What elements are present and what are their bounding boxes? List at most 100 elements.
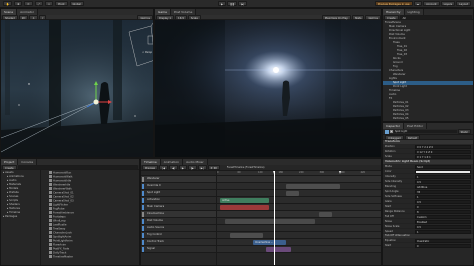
shading-mode-dropdown[interactable]: Shaded — [2, 15, 18, 20]
track-lane[interactable] — [217, 190, 381, 197]
time-readout[interactable]: 0:00 — [207, 165, 220, 170]
timeline-clip[interactable] — [220, 205, 270, 210]
preview-toggle[interactable]: Preview — [142, 165, 159, 170]
folder-item[interactable]: ▸ Packages — [1, 215, 40, 219]
timeline-clip[interactable] — [266, 247, 291, 252]
lighting-toggle[interactable]: ☀ — [29, 15, 38, 20]
timeline-clip[interactable] — [318, 212, 332, 217]
track-header[interactable]: Signal — [141, 246, 216, 253]
asset-item[interactable]: TimelineMaster — [49, 255, 139, 259]
scale-field[interactable]: X 1 Y 1 Z 1 — [415, 154, 471, 159]
track-lane[interactable] — [217, 176, 381, 183]
track-header[interactable]: Activation — [141, 197, 216, 204]
property-field[interactable]: 0 — [415, 204, 471, 209]
global-toggle-button[interactable]: Global — [69, 1, 84, 6]
goto-end-button[interactable]: ▶| — [197, 165, 207, 170]
layer-dropdown[interactable]: Default — [404, 135, 421, 140]
gizmos-dropdown[interactable]: Gizmos — [365, 15, 381, 20]
track-lane[interactable] — [217, 218, 381, 225]
prev-frame-button[interactable]: ◀| — [168, 165, 178, 170]
2d-toggle[interactable]: 2D — [18, 15, 29, 20]
track-lane[interactable]: Cinemachine ... — [217, 239, 381, 246]
tab-post-editor[interactable]: Post Editor — [404, 123, 428, 129]
track-lane[interactable] — [217, 183, 381, 190]
aspect-dropdown[interactable]: 16:9 — [175, 15, 187, 20]
property-field[interactable]: 8 — [415, 209, 471, 214]
goto-start-button[interactable]: |◀ — [159, 165, 168, 170]
layers-dropdown[interactable]: Layers — [440, 1, 456, 6]
layout-dropdown[interactable]: Layout — [456, 1, 471, 6]
track-lane[interactable] — [217, 246, 381, 253]
move-tool-button[interactable]: ✥ — [14, 1, 23, 6]
static-toggle[interactable]: Static — [457, 129, 471, 134]
scale-slider[interactable]: Scale — [187, 15, 201, 20]
property-field[interactable]: Custom — [415, 214, 471, 219]
property-field[interactable]: 35 — [415, 189, 471, 194]
active-checkbox[interactable] — [390, 130, 393, 133]
playhead[interactable] — [274, 171, 276, 265]
property-field[interactable]: Quadratic — [415, 238, 471, 243]
track-header[interactable]: Override 0 — [141, 183, 216, 190]
hierarchy-search-input[interactable]: All — [399, 15, 472, 20]
scale-tool-button[interactable]: ⤢ — [34, 1, 43, 6]
track-header[interactable]: Fog Control — [141, 232, 216, 239]
tab-inspector[interactable]: Inspector — [383, 123, 404, 129]
pivot-toggle-button[interactable]: Pivot — [55, 1, 68, 6]
track-lane[interactable] — [217, 204, 381, 211]
step-button[interactable]: ▶| — [238, 1, 248, 6]
property-field[interactable]: 1 — [415, 174, 471, 179]
timeline-clip[interactable]: Active — [220, 198, 270, 203]
rotation-field[interactable]: X 12 Y 0 Z 0 — [415, 149, 471, 154]
track-lane[interactable] — [217, 225, 381, 232]
track-header[interactable]: Post Volume — [141, 218, 216, 225]
track-lane[interactable]: Active — [217, 197, 381, 204]
object-name-field[interactable]: Spot Light — [394, 130, 457, 133]
display-dropdown[interactable]: Display 1 — [156, 15, 175, 20]
animation-clip-icon — [49, 179, 52, 182]
property-field[interactable]: 1 — [415, 229, 471, 234]
timeline-clip[interactable]: Cinemachine ... — [253, 240, 286, 245]
property-field[interactable]: 0 — [415, 243, 471, 248]
pause-button[interactable]: ❚❚ — [227, 1, 238, 6]
property-field[interactable]: 0.5 — [415, 199, 471, 204]
property-field[interactable]: 1 — [415, 194, 471, 199]
preview-packages-notice[interactable]: Preview Packages in use — [374, 1, 413, 6]
property-field[interactable]: 0.5 — [415, 179, 471, 184]
rect-tool-button[interactable]: ▭ — [44, 1, 54, 6]
cloud-icon[interactable]: ☁ — [413, 1, 423, 6]
rotate-tool-button[interactable]: ⟳ — [24, 1, 33, 6]
create-dropdown[interactable]: Create — [384, 15, 399, 20]
timeline-clip[interactable] — [285, 184, 340, 189]
track-lane[interactable] — [217, 211, 381, 218]
timeline-clip[interactable] — [225, 219, 316, 224]
track-header[interactable]: Audio Source — [141, 225, 216, 232]
track-header[interactable]: Main Camera — [141, 204, 216, 211]
timeline-play-button[interactable]: ▶ — [178, 165, 187, 170]
next-frame-button[interactable]: |▶ — [187, 165, 197, 170]
position-field[interactable]: X 0 Y 2.1 Z 0 — [415, 144, 471, 149]
property-field[interactable]: Additive — [415, 184, 471, 189]
ruler-tick-label: 300 — [319, 171, 325, 174]
gizmos-dropdown[interactable]: Gizmos — [137, 15, 153, 20]
stats-toggle[interactable]: Stats — [351, 15, 365, 20]
track-lane[interactable] — [217, 232, 381, 239]
track-header[interactable]: Spot Light — [141, 190, 216, 197]
play-button[interactable]: ▶ — [218, 1, 226, 6]
property-field[interactable] — [415, 169, 471, 174]
track-area[interactable]: 0 60 120 180 240 300 360 420 Active Cinemachine … — [217, 171, 381, 265]
account-dropdown[interactable]: Account — [423, 1, 440, 6]
hand-tool-button[interactable]: ✋ — [3, 1, 13, 6]
timeline-clip[interactable] — [285, 191, 299, 196]
property-field[interactable]: Spot — [415, 164, 471, 169]
track-group-header[interactable]: Wanderer — [141, 176, 216, 183]
scene-viewport[interactable]: < Persp — [1, 20, 154, 158]
track-group-header[interactable]: Cinemachine — [141, 211, 216, 218]
maximize-on-play-toggle[interactable]: Maximize On Play — [321, 15, 351, 20]
timeline-marker[interactable] — [338, 171, 341, 174]
timeline-clip[interactable] — [230, 233, 263, 238]
audio-toggle[interactable]: ♪ — [38, 15, 47, 20]
track-header[interactable]: Control Track — [141, 239, 216, 246]
property-field[interactable]: 0.5 — [415, 224, 471, 229]
game-viewport[interactable] — [155, 20, 382, 158]
property-field[interactable]: Enabled — [415, 219, 471, 224]
